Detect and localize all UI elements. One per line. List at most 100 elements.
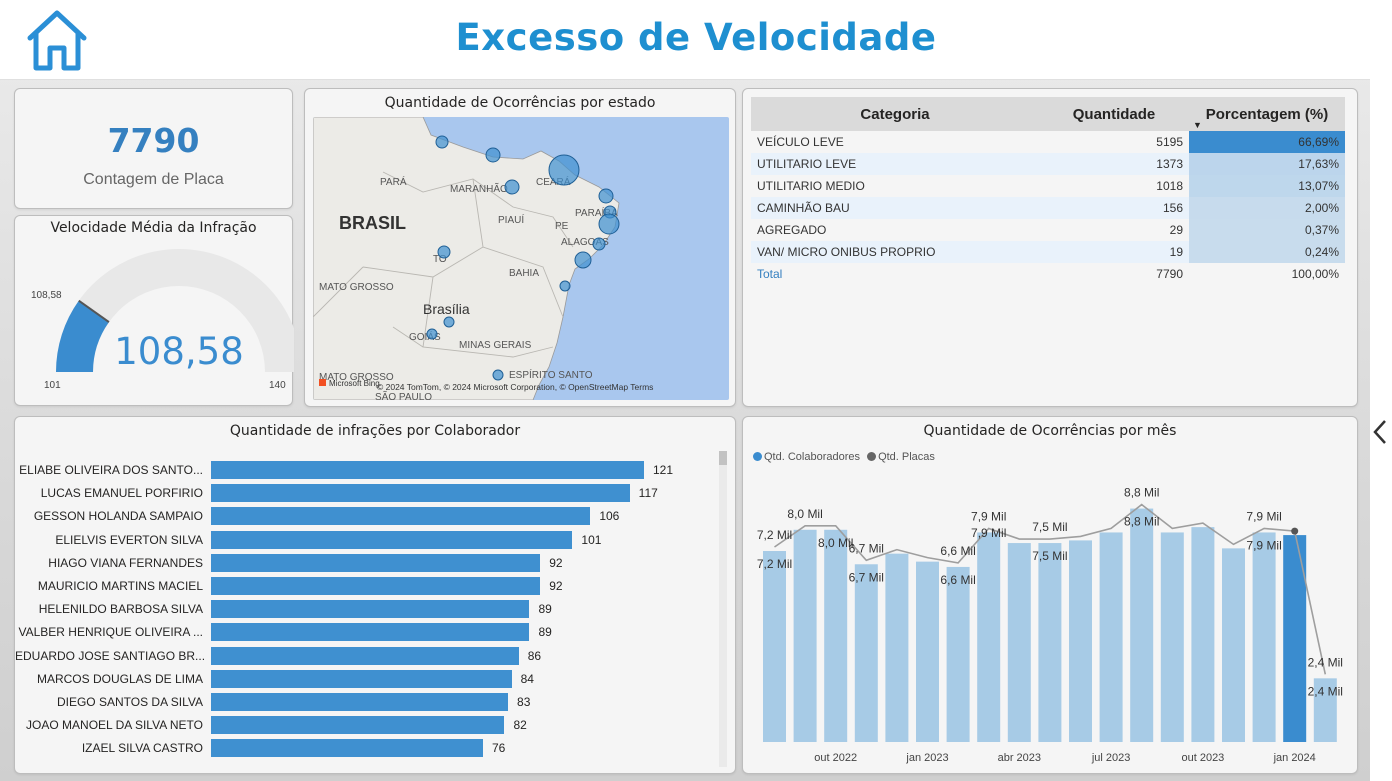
bar-value-label: 76 bbox=[491, 741, 506, 756]
bar-chart-scrollbar[interactable] bbox=[719, 451, 727, 767]
map-bubble[interactable] bbox=[559, 280, 571, 292]
map-provider: Microsoft Bing bbox=[329, 379, 380, 388]
sort-desc-icon[interactable]: ▼ bbox=[1193, 120, 1202, 130]
category-table: Categoria Quantidade Porcentagem (%) ▼ V… bbox=[751, 97, 1345, 285]
bar-category-label: MARCOS DOUGLAS DE LIMA bbox=[36, 671, 203, 686]
bar[interactable] bbox=[211, 461, 644, 479]
column-bar[interactable] bbox=[1069, 540, 1092, 742]
bar[interactable] bbox=[211, 716, 505, 735]
col-header-categoria[interactable]: Categoria bbox=[751, 97, 1039, 131]
cell-porcentagem: 13,07% bbox=[1189, 175, 1345, 197]
bar[interactable] bbox=[211, 646, 519, 665]
bar-category-label: ELIELVIS EVERTON SILVA bbox=[55, 532, 203, 547]
bar-value-label: 89 bbox=[538, 625, 552, 640]
x-tick-label: jan 2024 bbox=[1273, 752, 1316, 764]
bar[interactable] bbox=[211, 507, 591, 526]
table-row[interactable]: AGREGADO 29 0,37% bbox=[751, 219, 1345, 241]
line-data-label: 8,8 Mil bbox=[1124, 486, 1159, 500]
map-bubble[interactable] bbox=[492, 369, 504, 381]
column-bar[interactable] bbox=[793, 529, 817, 742]
bar-value-label: 82 bbox=[513, 718, 527, 733]
map-bubble[interactable] bbox=[504, 179, 520, 195]
bar[interactable] bbox=[211, 693, 509, 711]
table-row[interactable]: VAN/ MICRO ONIBUS PROPRIO 19 0,24% bbox=[751, 241, 1345, 263]
table-row[interactable]: UTILITARIO MEDIO 1018 13,07% bbox=[751, 175, 1345, 197]
bar[interactable] bbox=[211, 553, 541, 572]
bar[interactable] bbox=[211, 577, 541, 595]
column-bar[interactable] bbox=[916, 561, 939, 742]
cell-quantidade: 5195 bbox=[1156, 135, 1183, 149]
table-row[interactable]: VEÍCULO LEVE 5195 66,69% bbox=[751, 131, 1345, 153]
cell-categoria: UTILITARIO MEDIO bbox=[757, 179, 865, 193]
map-bubble[interactable] bbox=[435, 135, 449, 149]
bar-value-label: 121 bbox=[653, 463, 674, 477]
x-tick-label: out 2023 bbox=[1181, 752, 1224, 764]
column-bar[interactable] bbox=[1191, 527, 1215, 742]
table-row[interactable]: CAMINHÃO BAU 156 2,00% bbox=[751, 197, 1345, 219]
column-bar[interactable] bbox=[1038, 543, 1062, 742]
column-bar[interactable] bbox=[854, 564, 878, 742]
line-data-label: 8,0 Mil bbox=[787, 507, 822, 521]
map-attribution[interactable]: © 2024 TomTom, © 2024 Microsoft Corporat… bbox=[377, 382, 653, 392]
bar[interactable] bbox=[211, 739, 483, 758]
column-bar[interactable] bbox=[763, 551, 786, 742]
bar-chart-title: Quantidade de infrações por Colaborador bbox=[229, 423, 521, 439]
microsoft-logo-icon bbox=[319, 379, 326, 386]
x-tick-label: abr 2023 bbox=[998, 752, 1041, 764]
bar[interactable] bbox=[211, 669, 512, 688]
bar-data-label: 7,2 Mil bbox=[757, 557, 792, 571]
col-header-porcentagem[interactable]: Porcentagem (%) ▼ bbox=[1189, 97, 1345, 131]
map-title: Quantidade de Ocorrências por estado bbox=[384, 95, 656, 111]
column-bar[interactable] bbox=[946, 566, 970, 742]
map-bubble[interactable] bbox=[443, 316, 455, 328]
chevron-left-icon[interactable] bbox=[1371, 418, 1389, 446]
column-bar[interactable] bbox=[1007, 543, 1031, 742]
bar-data-label: 7,9 Mil bbox=[1246, 538, 1281, 552]
map-label-mato-grosso: MATO GROSSO bbox=[319, 282, 394, 293]
map-bubble[interactable] bbox=[426, 328, 438, 340]
column-bar[interactable] bbox=[1252, 532, 1276, 742]
line-data-label: 7,9 Mil bbox=[1246, 509, 1281, 523]
map-label-brasil: BRASIL bbox=[339, 213, 406, 233]
cell-quantidade: 19 bbox=[1039, 241, 1189, 263]
table-total-row: Total 7790 100,00% bbox=[751, 263, 1345, 285]
scroll-thumb[interactable] bbox=[719, 451, 727, 465]
line-data-label: 6,7 Mil bbox=[849, 541, 884, 555]
column-bar[interactable] bbox=[824, 529, 848, 742]
cell-quantidade: 1373 bbox=[1039, 153, 1189, 175]
column-bar[interactable] bbox=[885, 553, 909, 742]
map-bubble[interactable] bbox=[592, 237, 606, 251]
map-visual[interactable]: PARÁ MARANHÃO CEARÁ BRASIL PIAUÍ PARAÍBA… bbox=[313, 117, 729, 400]
total-label: Total bbox=[757, 267, 783, 281]
column-bar[interactable] bbox=[1099, 532, 1123, 742]
map-svg[interactable]: PARÁ MARANHÃO CEARÁ BRASIL PIAUÍ PARAÍBA… bbox=[313, 117, 729, 400]
cell-categoria: AGREGADO bbox=[757, 223, 827, 237]
bar[interactable] bbox=[211, 600, 530, 619]
monthly-chart-card: Quantidade de Ocorrências por mês Qtd. C… bbox=[742, 416, 1358, 774]
map-bubble[interactable] bbox=[574, 251, 592, 269]
bar[interactable] bbox=[211, 484, 630, 503]
map-bubble[interactable] bbox=[598, 188, 614, 204]
line-marker[interactable] bbox=[1291, 527, 1299, 535]
gauge-card: Velocidade Média da Infração 108,58 108,… bbox=[14, 215, 294, 406]
bar-value-label: 84 bbox=[520, 671, 534, 686]
bar[interactable] bbox=[211, 623, 530, 642]
x-tick-label: jan 2023 bbox=[905, 752, 948, 764]
cell-porcentagem: 2,00% bbox=[1189, 197, 1345, 219]
map-bubble[interactable] bbox=[598, 213, 620, 235]
map-bubble[interactable] bbox=[437, 245, 451, 259]
bar[interactable] bbox=[211, 530, 573, 549]
line-data-label: 6,6 Mil bbox=[940, 544, 975, 558]
table-row[interactable]: UTILITARIO LEVE 1373 17,63% bbox=[751, 153, 1345, 175]
map-bubble[interactable] bbox=[485, 147, 501, 163]
column-bar[interactable] bbox=[1160, 532, 1184, 742]
bar-data-label: 6,6 Mil bbox=[940, 573, 975, 587]
column-bar[interactable] bbox=[1130, 508, 1154, 742]
cell-porcentagem: 17,63% bbox=[1189, 153, 1345, 175]
speed-gauge: 108,58 108,58 101 140 bbox=[31, 249, 294, 391]
col-header-quantidade[interactable]: Quantidade bbox=[1039, 97, 1189, 131]
column-bar[interactable] bbox=[1222, 548, 1245, 742]
column-bar[interactable] bbox=[977, 532, 1001, 742]
bar-category-label: VALBER HENRIQUE OLIVEIRA ... bbox=[18, 625, 204, 640]
map-bubble[interactable] bbox=[548, 154, 580, 186]
